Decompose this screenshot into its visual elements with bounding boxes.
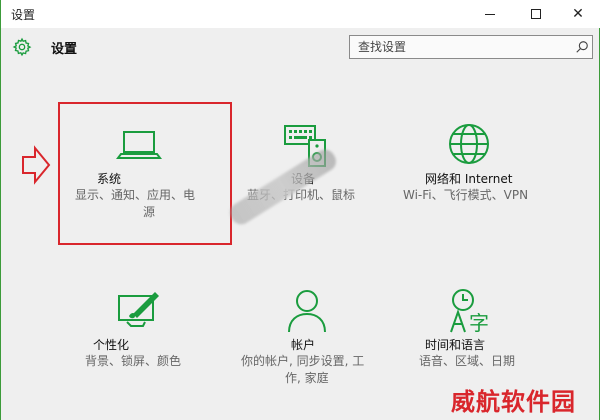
- tile-personalization-desc: 背景、锁屏、颜色: [85, 353, 245, 370]
- tile-personalization-name: 个性化: [93, 338, 130, 352]
- page-title: 设置: [51, 42, 78, 57]
- tile-system-desc-line1: 显示、通知、应用、电: [75, 188, 196, 202]
- tile-time-language-name: 时间和语言: [425, 338, 486, 352]
- window-title: 设置: [11, 8, 36, 22]
- tile-network-name: 网络和 Internet: [425, 172, 513, 186]
- person-icon: [288, 290, 326, 333]
- tile-system-desc: 显示、通知、应用、电 源: [75, 187, 235, 221]
- tile-time-language-desc-line1: 语音、区域、日期: [419, 354, 516, 368]
- pointer-arrow-icon: [22, 145, 51, 185]
- close-icon: ✕: [572, 6, 584, 22]
- tile-system[interactable]: 系统 显示、通知、应用、电 源: [71, 120, 241, 230]
- tile-network-desc: Wi-Fi、飞行模式、VPN: [403, 187, 573, 204]
- tile-time-language-desc: 语音、区域、日期: [419, 353, 579, 370]
- tile-accounts-desc-line1: 你的帐户, 同步设置, 工: [241, 354, 365, 368]
- search-icon[interactable]: [575, 40, 589, 54]
- tile-time-language[interactable]: 字 时间和语言 语音、区域、日期: [411, 286, 581, 376]
- maximize-icon: [531, 9, 541, 19]
- maximize-button[interactable]: [513, 0, 559, 28]
- tile-accounts-desc: 你的帐户, 同步设置, 工 作, 家庭: [241, 353, 401, 387]
- tile-network[interactable]: 网络和 Internet Wi-Fi、飞行模式、VPN: [401, 120, 571, 230]
- search-input[interactable]: [350, 36, 565, 58]
- minimize-icon: [485, 13, 495, 15]
- clock-language-icon: 字: [450, 289, 489, 335]
- tile-accounts[interactable]: 帐户 你的帐户, 同步设置, 工 作, 家庭: [233, 286, 403, 396]
- title-bar[interactable]: 设置 ✕: [1, 0, 600, 28]
- tile-devices[interactable]: 设备 蓝牙、打印机、鼠标: [243, 120, 413, 230]
- tile-accounts-desc-line2: 作, 家庭: [285, 371, 329, 385]
- close-button[interactable]: ✕: [555, 0, 600, 28]
- tile-accounts-name: 帐户: [291, 338, 316, 352]
- search-box[interactable]: [349, 35, 593, 59]
- laptop-icon: [116, 131, 162, 159]
- svg-text:字: 字: [469, 311, 489, 335]
- tile-personalization[interactable]: 个性化 背景、锁屏、颜色: [71, 286, 241, 376]
- globe-icon: [449, 124, 489, 164]
- paint-brush-screen-icon: [118, 292, 159, 327]
- tile-system-desc-line2: 源: [143, 205, 156, 219]
- tile-system-name: 系统: [97, 172, 122, 186]
- minimize-button[interactable]: [467, 0, 513, 28]
- gear-icon: [12, 37, 32, 57]
- tile-network-desc-line1: Wi-Fi、飞行模式、VPN: [403, 188, 529, 202]
- tile-personalization-desc-line1: 背景、锁屏、颜色: [85, 354, 182, 368]
- settings-window: 设置 ✕ 设置 系统 显示、通知: [0, 0, 600, 420]
- watermark-logo: 威航软件园: [451, 387, 576, 416]
